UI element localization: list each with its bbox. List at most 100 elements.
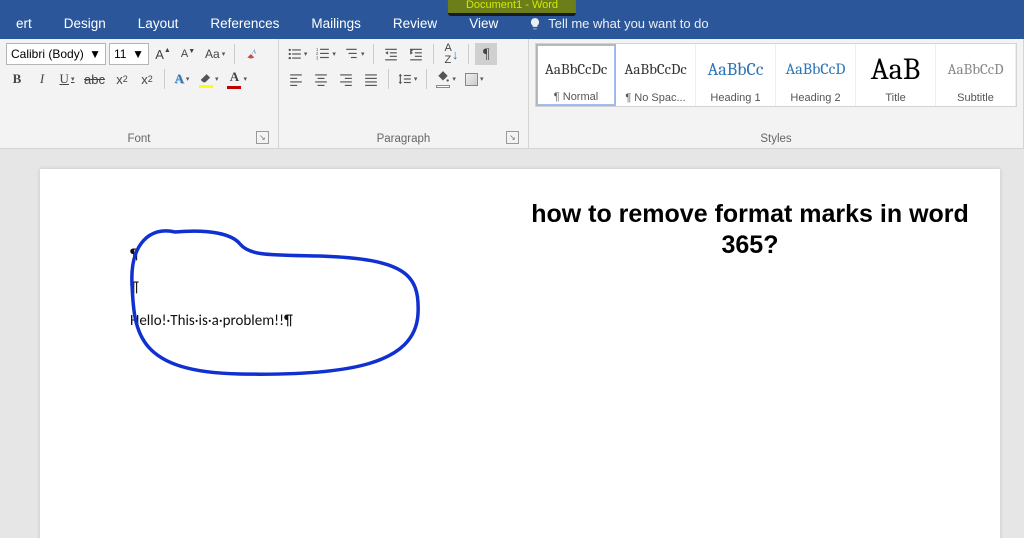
group-font: Calibri (Body)▼ 11▼ A▲ A▼ Aa▾ A B I U▾ a… [0, 39, 279, 148]
highlighter-icon [199, 70, 213, 84]
align-left-icon [289, 72, 303, 86]
style-name-label: Heading 2 [790, 92, 840, 104]
lightbulb-icon [528, 17, 542, 31]
tell-me-label: Tell me what you want to do [548, 16, 708, 31]
tell-me-search[interactable]: Tell me what you want to do [528, 16, 708, 31]
outdent-icon [384, 47, 398, 61]
numbering-button[interactable]: 123▾ [313, 43, 339, 65]
font-color-button[interactable]: A▾ [224, 68, 250, 90]
bullets-icon [288, 47, 302, 61]
window-title-pill: Document1 - Word [448, 0, 576, 16]
paint-bucket-icon [436, 70, 450, 84]
font-name-value: Calibri (Body) [11, 47, 84, 61]
change-case-button[interactable]: Aa▾ [202, 43, 228, 65]
grow-font-button[interactable]: A▲ [152, 43, 174, 65]
document-canvas[interactable]: ¶ ¶ Hello!·This·is·a·problem!!¶ how to r… [0, 149, 1024, 538]
tab-insert-partial[interactable]: ert [0, 10, 48, 37]
style-sample: AaBbCcDc [624, 46, 686, 92]
subscript-button[interactable]: x2 [111, 68, 133, 90]
separator [388, 69, 389, 89]
tab-mailings[interactable]: Mailings [295, 10, 377, 37]
show-hide-marks-button[interactable]: ¶ [475, 43, 497, 65]
style-tile--normal[interactable]: AaBbCcDc¶ Normal [536, 44, 616, 106]
superscript-button[interactable]: x2 [136, 68, 158, 90]
style-tile-subtitle[interactable]: AaBbCcDSubtitle [936, 44, 1016, 106]
line-spacing-button[interactable]: ▾ [395, 68, 421, 90]
separator [234, 44, 235, 64]
shading-button[interactable]: ▾ [433, 68, 459, 90]
group-paragraph: ▾ 123▾ ▾ AZ↓ ¶ ▾ ▾ ▾ [279, 39, 529, 148]
group-styles-label: Styles [535, 131, 1017, 148]
clear-formatting-button[interactable]: A [241, 43, 263, 65]
sort-button[interactable]: AZ↓ [440, 43, 462, 65]
highlight-button[interactable]: ▾ [196, 68, 222, 90]
separator [468, 44, 469, 64]
group-paragraph-label: Paragraph ↘ [285, 131, 522, 148]
style-sample: AaB [871, 46, 920, 92]
style-sample: AaBbCcD [786, 46, 846, 92]
svg-text:A: A [251, 48, 256, 55]
group-styles: AaBbCcDc¶ NormalAaBbCcDc¶ No Spac...AaBb… [529, 39, 1024, 148]
numbering-icon: 123 [316, 47, 330, 61]
ribbon: Calibri (Body)▼ 11▼ A▲ A▼ Aa▾ A B I U▾ a… [0, 39, 1024, 149]
tab-review[interactable]: Review [377, 10, 453, 37]
tab-references[interactable]: References [194, 10, 295, 37]
text-line: Hello!·This·is·a·problem!!¶ [130, 305, 910, 338]
shading-swatch [436, 85, 450, 88]
separator [426, 69, 427, 89]
tab-design[interactable]: Design [48, 10, 122, 37]
style-name-label: ¶ Normal [554, 91, 598, 103]
bullets-button[interactable]: ▾ [285, 43, 311, 65]
style-sample: AaBbCcDc [545, 47, 607, 91]
font-dialog-launcher[interactable]: ↘ [256, 131, 269, 144]
styles-gallery: AaBbCcDc¶ NormalAaBbCcDc¶ No Spac...AaBb… [535, 43, 1017, 107]
align-right-icon [339, 72, 353, 86]
svg-text:3: 3 [316, 55, 319, 60]
overlay-question-heading: how to remove format marks in word 365? [510, 199, 990, 262]
justify-icon [364, 72, 378, 86]
italic-button[interactable]: I [31, 68, 53, 90]
bold-button[interactable]: B [6, 68, 28, 90]
separator [373, 44, 374, 64]
align-right-button[interactable] [335, 68, 357, 90]
indent-icon [409, 47, 423, 61]
align-center-button[interactable] [310, 68, 332, 90]
text-effects-button[interactable]: A▾ [171, 68, 193, 90]
eraser-a-icon: A [245, 47, 259, 61]
font-size-value: 11 [114, 47, 126, 61]
align-center-icon [314, 72, 328, 86]
highlight-color-swatch [199, 85, 213, 88]
align-left-button[interactable] [285, 68, 307, 90]
style-tile-heading-1[interactable]: AaBbCcHeading 1 [696, 44, 776, 106]
style-tile--no-spac-[interactable]: AaBbCcDc¶ No Spac... [616, 44, 696, 106]
style-tile-title[interactable]: AaBTitle [856, 44, 936, 106]
style-tile-heading-2[interactable]: AaBbCcDHeading 2 [776, 44, 856, 106]
font-color-swatch [227, 86, 241, 89]
group-font-label: Font ↘ [6, 131, 272, 148]
justify-button[interactable] [360, 68, 382, 90]
titlebar: Document1 - Word [0, 0, 1024, 8]
increase-indent-button[interactable] [405, 43, 427, 65]
strikethrough-button[interactable]: abc [81, 68, 108, 90]
paragraph-mark: ¶ [130, 272, 910, 305]
multilevel-list-button[interactable]: ▾ [342, 43, 368, 65]
separator [164, 69, 165, 89]
underline-button[interactable]: U▾ [56, 68, 78, 90]
borders-icon [465, 73, 478, 86]
paragraph-dialog-launcher[interactable]: ↘ [506, 131, 519, 144]
page[interactable]: ¶ ¶ Hello!·This·is·a·problem!!¶ how to r… [40, 169, 1000, 538]
separator [433, 44, 434, 64]
style-name-label: Title [885, 92, 905, 104]
style-sample: AaBbCcD [948, 46, 1004, 92]
borders-button[interactable]: ▾ [462, 68, 487, 90]
decrease-indent-button[interactable] [380, 43, 402, 65]
shrink-font-button[interactable]: A▼ [177, 43, 199, 65]
style-name-label: Subtitle [957, 92, 994, 104]
tab-layout[interactable]: Layout [122, 10, 195, 37]
multilevel-icon [345, 47, 359, 61]
line-spacing-icon [398, 72, 412, 86]
style-name-label: ¶ No Spac... [625, 92, 685, 104]
style-name-label: Heading 1 [710, 92, 760, 104]
font-name-combo[interactable]: Calibri (Body)▼ [6, 43, 106, 65]
font-size-combo[interactable]: 11▼ [109, 43, 149, 65]
